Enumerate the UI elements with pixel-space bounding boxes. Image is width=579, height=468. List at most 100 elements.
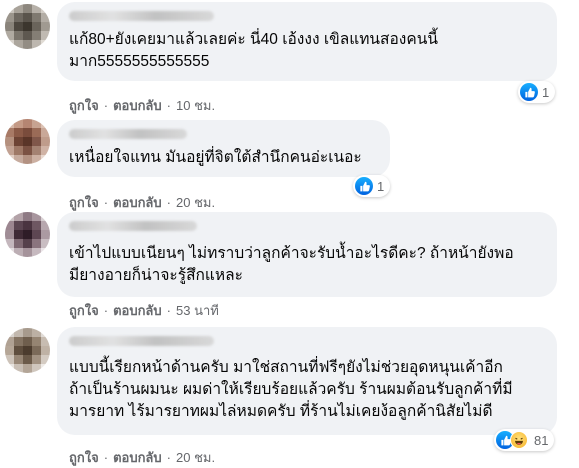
- avatar-pixel: [41, 239, 50, 248]
- avatar-pixel: [14, 364, 23, 373]
- like-button[interactable]: ถูกใจ: [69, 303, 99, 318]
- reply-button[interactable]: ตอบกลับ: [113, 195, 162, 210]
- reply-button[interactable]: ตอบกลับ: [113, 98, 162, 113]
- avatar-pixel: [32, 155, 41, 164]
- avatar-pixel: [32, 328, 41, 337]
- avatar-pixel: [14, 212, 23, 221]
- avatar-pixel: [32, 31, 41, 40]
- avatar-pixel: [41, 230, 50, 239]
- avatar-pixel: [41, 364, 50, 373]
- avatar-pixel: [23, 328, 32, 337]
- avatar-pixel: [32, 346, 41, 355]
- avatar[interactable]: [5, 119, 50, 164]
- like-button[interactable]: ถูกใจ: [69, 450, 99, 465]
- reply-button[interactable]: ตอบกลับ: [113, 450, 162, 465]
- reply-button[interactable]: ตอบกลับ: [113, 303, 162, 318]
- avatar-pixel: [5, 212, 14, 221]
- reaction-summary[interactable]: 1: [353, 175, 391, 197]
- timestamp[interactable]: 20 ชม.: [176, 195, 215, 210]
- avatar[interactable]: [5, 4, 50, 49]
- avatar-pixel: [5, 364, 14, 373]
- avatar-pixel: [5, 239, 14, 248]
- comment-bubble: แบบนี้เรียกหน้าด้านครับ มาใช่สถานที่ฟรีๆ…: [57, 327, 557, 435]
- avatar-pixel: [41, 119, 50, 128]
- timestamp[interactable]: 53 นาที: [176, 303, 219, 318]
- reaction-summary[interactable]: 1: [518, 81, 556, 103]
- avatar-pixel: [14, 239, 23, 248]
- avatar-pixel: [41, 328, 50, 337]
- avatar-pixel: [23, 146, 32, 155]
- avatar-pixel: [41, 40, 50, 49]
- avatar-pixel: [14, 230, 23, 239]
- avatar-pixel: [5, 346, 14, 355]
- avatar-pixel: [41, 137, 50, 146]
- comment-1: แก้80+ยังเคยมาแล้วเลยค่ะ นี่40 เอ้งงง เข…: [0, 0, 579, 115]
- author-name[interactable]: [69, 336, 214, 346]
- timestamp[interactable]: 10 ชม.: [176, 98, 215, 113]
- avatar-pixel: [14, 22, 23, 31]
- avatar-pixel: [23, 155, 32, 164]
- avatar-pixel: [23, 40, 32, 49]
- like-icon: [355, 177, 373, 195]
- comment-text: เหนื่อยใจแทน มันอยู่ที่จิตใต้สำนึกคนอ่ะเ…: [69, 149, 362, 166]
- comment-actions: ถูกใจ · ตอบกลับ · 53 นาที: [69, 303, 219, 318]
- avatar-pixel: [41, 346, 50, 355]
- avatar-pixel: [32, 239, 41, 248]
- avatar-pixel: [23, 212, 32, 221]
- avatar-pixel: [32, 337, 41, 346]
- avatar-pixel: [23, 22, 32, 31]
- avatar-pixel: [23, 31, 32, 40]
- avatar-pixel: [41, 4, 50, 13]
- like-button[interactable]: ถูกใจ: [69, 98, 99, 113]
- avatar-pixel: [23, 221, 32, 230]
- avatar[interactable]: [5, 328, 50, 373]
- avatar-pixel: [5, 355, 14, 364]
- avatar-pixel: [5, 128, 14, 137]
- timestamp[interactable]: 20 ชม.: [176, 450, 215, 465]
- avatar-pixel: [5, 137, 14, 146]
- reaction-count: 81: [534, 432, 549, 448]
- avatar-pixel: [41, 13, 50, 22]
- comment-text: เข้าไปแบบเนียนๆ ไม่ทราบว่าลูกค้าจะรับน้ำ…: [69, 245, 514, 284]
- avatar-pixel: [23, 239, 32, 248]
- avatar-pixel: [41, 355, 50, 364]
- avatar-pixel: [23, 248, 32, 257]
- comment-bubble: เข้าไปแบบเนียนๆ ไม่ทราบว่าลูกค้าจะรับน้ำ…: [57, 212, 557, 297]
- avatar-pixel: [14, 128, 23, 137]
- author-name[interactable]: [69, 11, 214, 21]
- avatar-pixel: [5, 337, 14, 346]
- avatar-pixel: [32, 22, 41, 31]
- avatar-pixel: [5, 40, 14, 49]
- avatar-pixel: [23, 364, 32, 373]
- reaction-summary[interactable]: 81: [494, 429, 555, 451]
- avatar-pixel: [5, 155, 14, 164]
- avatar-pixel: [14, 355, 23, 364]
- comment-2: เหนื่อยใจแทน มันอยู่ที่จิตใต้สำนึกคนอ่ะเ…: [0, 115, 579, 210]
- avatar-pixel: [41, 337, 50, 346]
- author-name[interactable]: [69, 129, 187, 139]
- avatar-pixel: [23, 346, 32, 355]
- avatar-pixel: [14, 40, 23, 49]
- avatar-pixel: [32, 137, 41, 146]
- avatar-pixel: [32, 355, 41, 364]
- avatar-pixel: [14, 119, 23, 128]
- avatar-pixel: [14, 137, 23, 146]
- avatar[interactable]: [5, 212, 50, 257]
- avatar-pixel: [41, 146, 50, 155]
- avatar-pixel: [32, 40, 41, 49]
- haha-icon: [510, 431, 528, 449]
- comment-bubble: เหนื่อยใจแทน มันอยู่ที่จิตใต้สำนึกคนอ่ะเ…: [57, 120, 390, 177]
- avatar-pixel: [14, 13, 23, 22]
- avatar-pixel: [5, 22, 14, 31]
- avatar-pixel: [32, 13, 41, 22]
- avatar-pixel: [23, 13, 32, 22]
- author-name[interactable]: [69, 221, 197, 231]
- avatar-pixel: [41, 212, 50, 221]
- avatar-pixel: [41, 22, 50, 31]
- avatar-pixel: [32, 212, 41, 221]
- avatar-pixel: [5, 248, 14, 257]
- like-button[interactable]: ถูกใจ: [69, 195, 99, 210]
- avatar-pixel: [5, 221, 14, 230]
- avatar-pixel: [23, 230, 32, 239]
- avatar-pixel: [14, 337, 23, 346]
